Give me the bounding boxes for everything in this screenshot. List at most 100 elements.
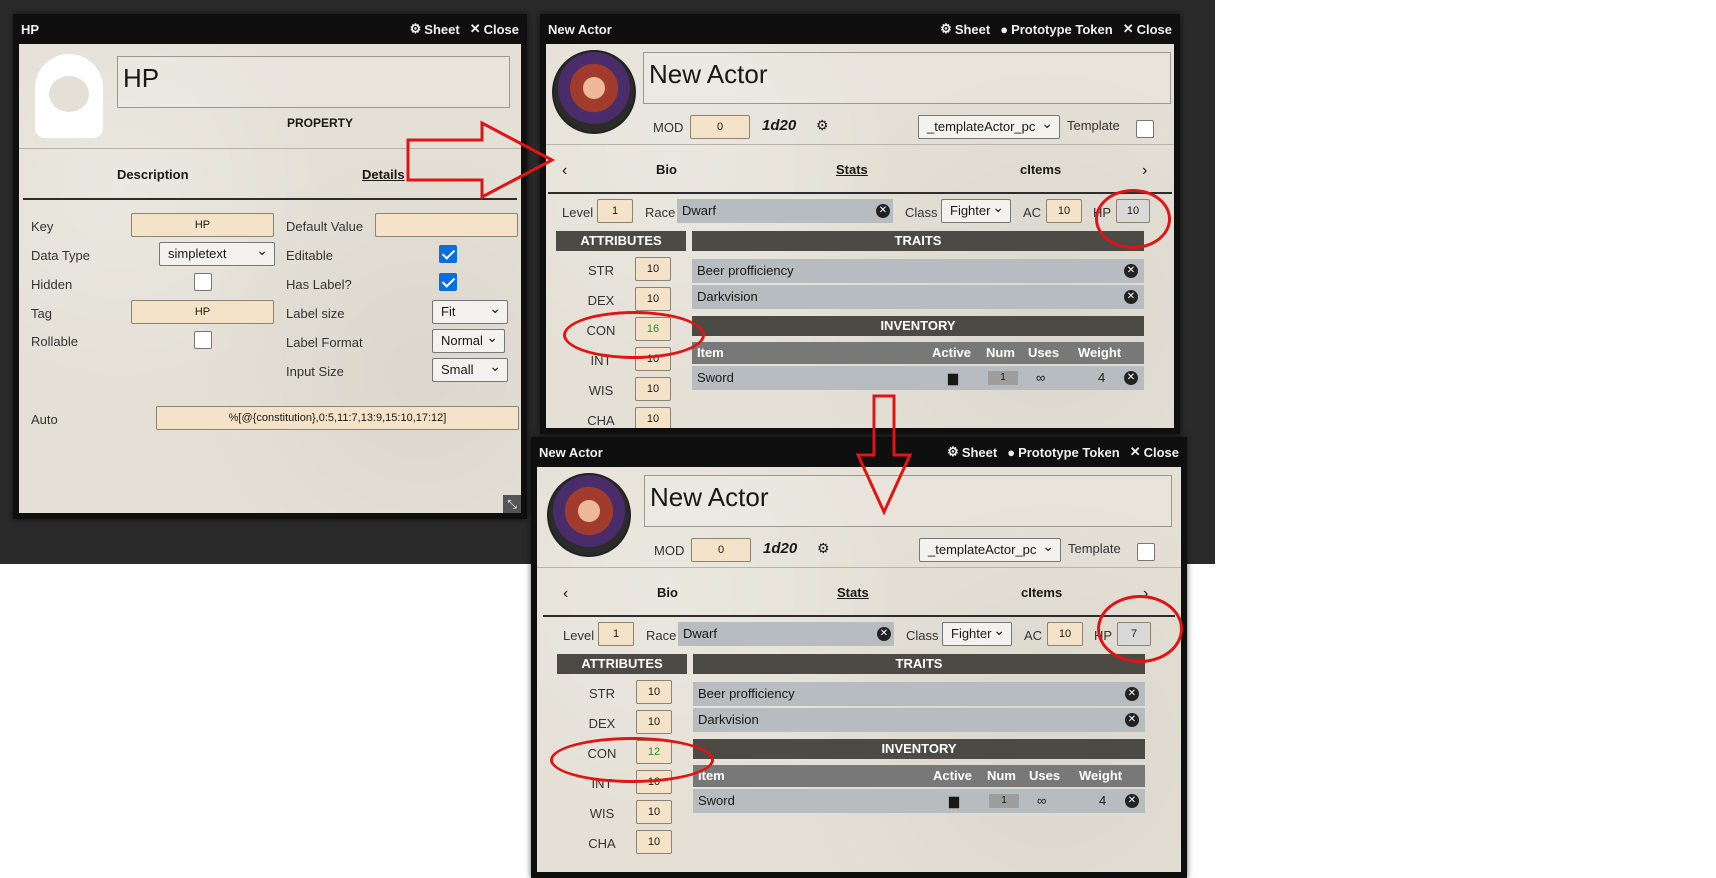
column-header: Weight <box>1078 345 1122 360</box>
trait-row[interactable]: Beer profficiency <box>692 259 1144 283</box>
hidden-checkbox[interactable] <box>194 273 212 291</box>
label-size-select[interactable]: Fit <box>432 297 508 324</box>
resize-icon[interactable]: ⤡ <box>503 495 521 513</box>
item-num[interactable]: 1 <box>989 794 1019 808</box>
inventory-row[interactable]: Sword ▆ 1 ∞ 4 <box>692 366 1144 390</box>
data-type-select[interactable]: simpletext <box>159 239 275 266</box>
mod-input[interactable]: 0 <box>691 538 751 562</box>
prototype-token-button[interactable]: ● Prototype Token <box>1000 22 1112 37</box>
item-num[interactable]: 1 <box>988 371 1018 385</box>
attribute-input[interactable]: 10 <box>636 680 672 704</box>
divider <box>537 567 1181 568</box>
remove-icon[interactable]: ✕ <box>877 627 891 641</box>
ac-input[interactable]: 10 <box>1047 622 1083 646</box>
remove-icon[interactable]: ✕ <box>1124 264 1138 278</box>
tab-description[interactable]: Description <box>117 167 189 182</box>
close-button[interactable]: ✕ Close <box>1123 21 1172 37</box>
attribute-input[interactable]: 10 <box>635 287 671 311</box>
tab-citems[interactable]: cItems <box>1020 162 1061 177</box>
attribute-input[interactable]: 10 <box>635 257 671 281</box>
level-input[interactable]: 1 <box>597 199 633 223</box>
level-input[interactable]: 1 <box>598 622 634 646</box>
tab-scroll-left[interactable]: ‹ <box>563 585 568 603</box>
auto-input[interactable]: %[@{constitution},0:5,11:7,13:9,15:10,17… <box>156 406 519 430</box>
close-icon: ✕ <box>1122 21 1134 36</box>
level-label: Level <box>563 628 595 643</box>
key-input[interactable]: HP <box>131 213 274 237</box>
class-select[interactable]: Fighter <box>942 619 1012 646</box>
default-value-input[interactable] <box>375 213 518 237</box>
item-name-field[interactable]: HP <box>117 56 510 108</box>
dice-icon[interactable]: ⚙ <box>816 117 829 134</box>
close-button[interactable]: ✕ Close <box>470 21 519 37</box>
sheet-button[interactable]: ⚙ Sheet <box>940 21 990 37</box>
label-format-select[interactable]: Normal <box>432 326 505 353</box>
attribute-label: CHA <box>587 413 615 428</box>
trait-row[interactable]: Darkvision <box>692 285 1144 309</box>
item-type-label: PROPERTY <box>287 116 354 130</box>
trait-row[interactable]: Beer profficiency <box>693 682 1145 706</box>
race-input[interactable]: Dwarf <box>677 199 893 223</box>
race-input[interactable]: Dwarf <box>678 622 894 646</box>
ac-label: AC <box>1023 205 1042 220</box>
inventory-row[interactable]: Sword ▆ 1 ∞ 4 <box>693 789 1145 813</box>
attribute-input[interactable]: 10 <box>636 710 672 734</box>
attributes-header: ATTRIBUTES <box>556 231 686 251</box>
close-button[interactable]: ✕ Close <box>1130 444 1179 460</box>
editable-checkbox[interactable] <box>439 245 457 263</box>
trait-row[interactable]: Darkvision <box>693 708 1145 732</box>
actor-name-field[interactable]: New Actor <box>644 475 1172 527</box>
class-select[interactable]: Fighter <box>941 196 1011 223</box>
remove-icon[interactable]: ✕ <box>1125 794 1139 808</box>
remove-icon[interactable]: ✕ <box>1125 713 1139 727</box>
template-select[interactable]: _templateActor_pc <box>918 112 1060 139</box>
actor-avatar[interactable] <box>552 50 636 134</box>
sheet-button[interactable]: ⚙ Sheet <box>947 444 997 460</box>
tab-citems[interactable]: cItems <box>1021 585 1062 600</box>
tab-bio[interactable]: Bio <box>656 162 677 177</box>
sheet-label: Sheet <box>424 21 460 37</box>
window-header: New Actor ⚙ Sheet ● Prototype Token ✕ Close <box>540 14 1180 44</box>
actor-name-field[interactable]: New Actor <box>643 52 1171 104</box>
tab-stats[interactable]: Stats <box>836 162 868 177</box>
template-checkbox[interactable] <box>1136 120 1154 138</box>
input-size-select[interactable]: Small <box>432 355 508 382</box>
race-label: Race <box>645 205 676 220</box>
mod-input[interactable]: 0 <box>690 115 750 139</box>
attribute-input[interactable]: 10 <box>635 407 671 428</box>
remove-icon[interactable]: ✕ <box>1124 371 1138 385</box>
template-select[interactable]: _templateActor_pc <box>919 535 1061 562</box>
attribute-input[interactable]: 10 <box>636 830 672 854</box>
template-checkbox[interactable] <box>1137 543 1155 561</box>
tab-bio[interactable]: Bio <box>657 585 678 600</box>
column-header: Weight <box>1079 768 1123 783</box>
race-value: Dwarf <box>682 203 716 218</box>
tab-scroll-right[interactable]: › <box>1142 162 1147 180</box>
dice-icon[interactable]: ⚙ <box>817 540 830 557</box>
book-icon[interactable]: ▆ <box>948 366 958 390</box>
sheet-button[interactable]: ⚙ Sheet <box>410 21 460 37</box>
has-label-checkbox[interactable] <box>439 273 457 291</box>
prototype-token-label: Prototype Token <box>1011 21 1113 37</box>
ac-input[interactable]: 10 <box>1046 199 1082 223</box>
template-label: Template <box>1068 541 1121 556</box>
remove-icon[interactable]: ✕ <box>1125 687 1139 701</box>
actor-avatar[interactable] <box>547 473 631 557</box>
template-label: Template <box>1067 118 1120 133</box>
prototype-token-button[interactable]: ● Prototype Token <box>1007 445 1119 460</box>
tab-stats[interactable]: Stats <box>837 585 869 600</box>
key-label: Key <box>31 219 54 234</box>
tag-input[interactable]: HP <box>131 300 274 324</box>
book-icon[interactable]: ▆ <box>949 789 959 813</box>
tab-scroll-left[interactable]: ‹ <box>562 162 567 180</box>
item-weight: 4 <box>1098 370 1106 385</box>
attribute-input[interactable]: 10 <box>635 377 671 401</box>
remove-icon[interactable]: ✕ <box>876 204 890 218</box>
column-header: Item <box>697 345 724 360</box>
hp-property-window: HP ⚙ Sheet ✕ Close HP PROPERTY Description… <box>13 14 527 519</box>
rollable-checkbox[interactable] <box>194 331 212 349</box>
attribute-input[interactable]: 10 <box>636 800 672 824</box>
remove-icon[interactable]: ✕ <box>1124 290 1138 304</box>
item-name: Sword <box>698 793 735 808</box>
tab-details[interactable]: Details <box>362 167 405 182</box>
